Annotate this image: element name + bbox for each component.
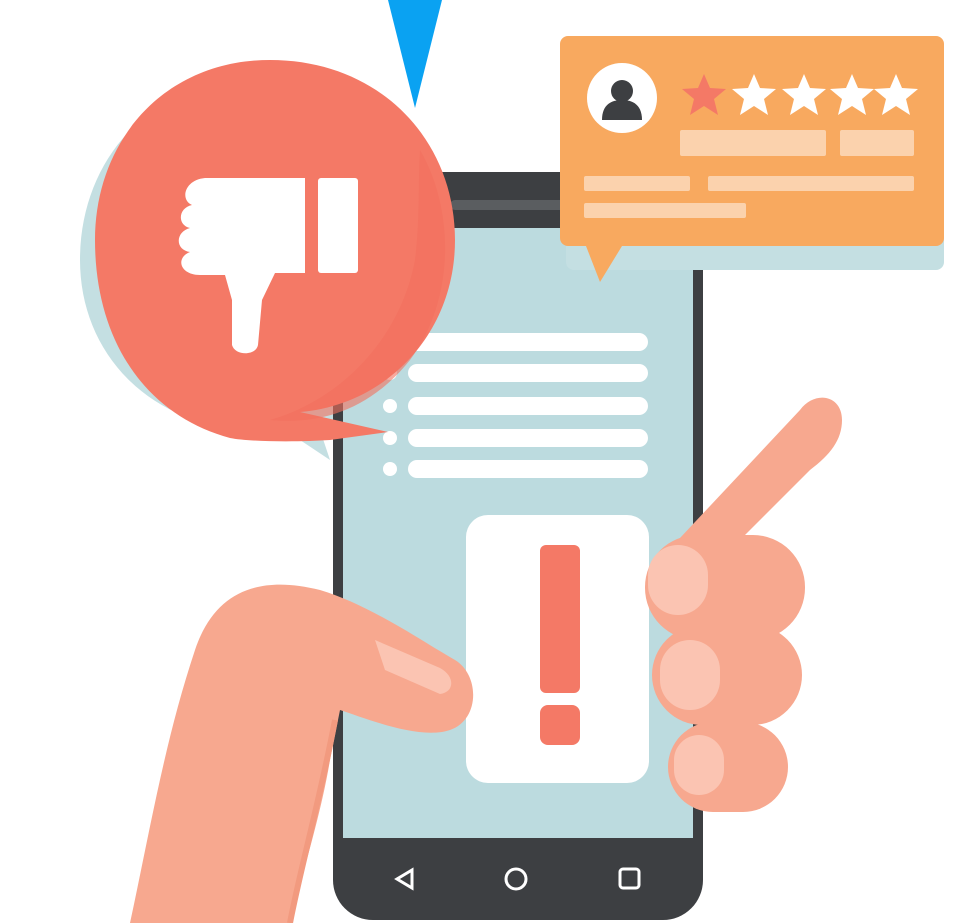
negative-review-illustration	[80, 0, 944, 923]
alert-card	[466, 515, 649, 783]
exclamation-bar	[540, 545, 580, 693]
exclamation-dot	[540, 705, 580, 745]
pointer-marker	[388, 0, 442, 108]
review-card	[560, 36, 944, 282]
